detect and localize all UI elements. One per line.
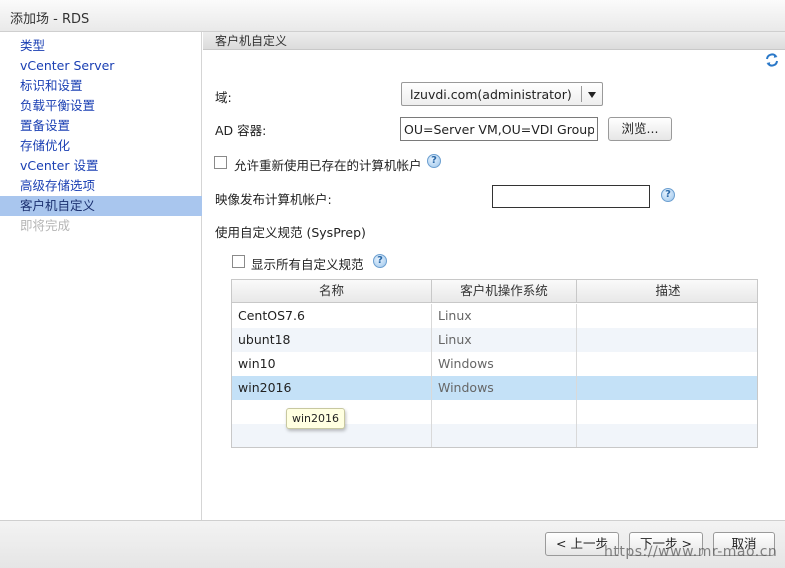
- row-name: win10: [232, 352, 432, 376]
- show-all-specs-checkbox[interactable]: [232, 255, 245, 268]
- row-os: Linux: [432, 304, 577, 328]
- row-name: ubunt18: [232, 328, 432, 352]
- sidebar-item-identity-settings[interactable]: 标识和设置: [0, 76, 202, 96]
- browse-button[interactable]: 浏览...: [608, 117, 672, 141]
- select-divider: [581, 86, 582, 102]
- help-icon[interactable]: ?: [373, 254, 387, 268]
- window-titlebar: 添加场 - RDS: [0, 0, 785, 32]
- sidebar-item-provisioning[interactable]: 置备设置: [0, 116, 202, 136]
- sidebar-item-storage-optimization[interactable]: 存储优化: [0, 136, 202, 156]
- column-header-name[interactable]: 名称: [232, 280, 432, 303]
- section-header: 客户机自定义: [203, 32, 785, 50]
- sidebar-item-type[interactable]: 类型: [0, 36, 202, 56]
- sidebar-item-advanced-storage[interactable]: 高级存储选项: [0, 176, 202, 196]
- refresh-icon[interactable]: [764, 52, 780, 68]
- watermark-text: https://www.mr-mao.cn: [604, 544, 778, 560]
- table-header: 名称 客户机操作系统 描述: [232, 280, 757, 303]
- image-publish-input[interactable]: [492, 185, 650, 208]
- domain-select[interactable]: lzuvdi.com(administrator): [401, 82, 603, 106]
- help-icon[interactable]: ?: [427, 154, 441, 168]
- domain-label: 域:: [215, 90, 232, 105]
- content-panel: 客户机自定义 域: lzuvdi.com(administrator) AD 容…: [203, 32, 785, 520]
- show-all-specs-label: 显示所有自定义规范: [251, 257, 364, 272]
- row-description: [577, 328, 757, 352]
- help-icon[interactable]: ?: [661, 188, 675, 202]
- ad-container-label: AD 容器:: [215, 123, 267, 138]
- empty-cell: [432, 424, 577, 447]
- column-header-description[interactable]: 描述: [577, 280, 757, 303]
- window-title: 添加场 - RDS: [10, 12, 90, 27]
- image-publish-label: 映像发布计算机帐户:: [215, 192, 332, 207]
- table-row[interactable]: win10 Windows: [232, 352, 757, 376]
- row-name: CentOS7.6: [232, 304, 432, 328]
- empty-cell: [432, 400, 577, 424]
- reuse-accounts-label: 允许重新使用已存在的计算机帐户: [234, 158, 422, 173]
- sidebar-item-vcenter-settings[interactable]: vCenter 设置: [0, 156, 202, 176]
- row-os: Linux: [432, 328, 577, 352]
- wizard-sidebar: 类型 vCenter Server 标识和设置 负载平衡设置 置备设置 存储优化…: [0, 32, 202, 520]
- row-description: [577, 304, 757, 328]
- row-tooltip: win2016: [286, 408, 346, 429]
- empty-cell: [577, 400, 757, 424]
- reuse-accounts-checkbox[interactable]: [214, 156, 227, 169]
- row-description: [577, 376, 757, 400]
- column-header-os[interactable]: 客户机操作系统: [432, 280, 577, 303]
- row-description: [577, 352, 757, 376]
- domain-select-value: lzuvdi.com(administrator): [410, 87, 572, 102]
- row-os: Windows: [432, 352, 577, 376]
- empty-cell: [577, 424, 757, 447]
- sysprep-label: 使用自定义规范 (SysPrep): [215, 225, 366, 240]
- table-row[interactable]: ubunt18 Linux: [232, 328, 757, 352]
- sidebar-item-vcenter-server[interactable]: vCenter Server: [0, 56, 202, 76]
- sidebar-item-ready-to-complete: 即将完成: [20, 218, 71, 233]
- row-name: win2016: [232, 376, 432, 400]
- sidebar-item-guest-customization[interactable]: 客户机自定义: [0, 196, 202, 216]
- sidebar-item-load-balancing[interactable]: 负载平衡设置: [0, 96, 202, 116]
- chevron-down-icon: [588, 92, 596, 98]
- row-os: Windows: [432, 376, 577, 400]
- table-row[interactable]: CentOS7.6 Linux: [232, 304, 757, 328]
- table-row-selected[interactable]: win2016 Windows: [232, 376, 757, 400]
- ad-container-input[interactable]: [400, 117, 598, 141]
